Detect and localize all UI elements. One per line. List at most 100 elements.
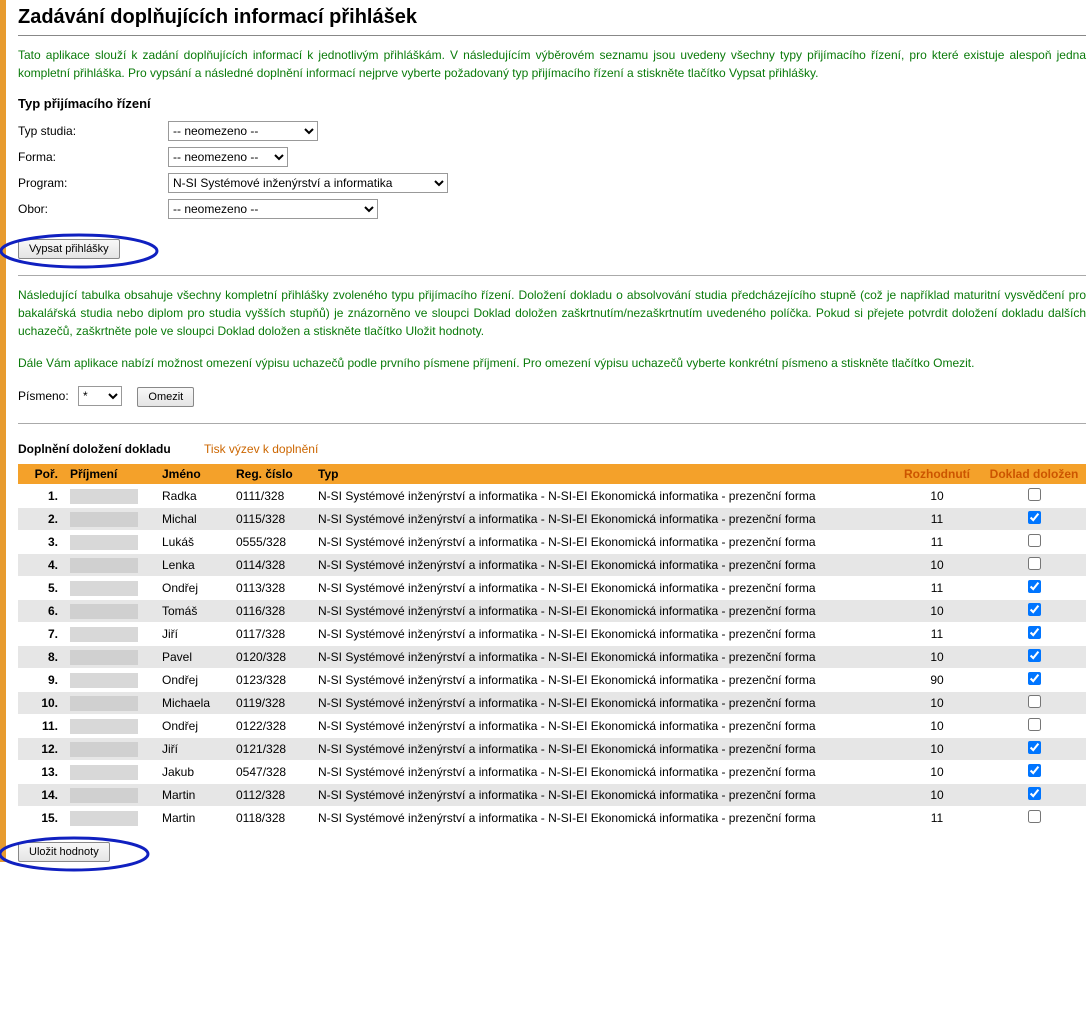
doklad-checkbox[interactable]	[1028, 557, 1041, 570]
col-por: Poř.	[18, 464, 64, 485]
cell-prijmeni	[64, 623, 156, 646]
cell-reg: 0118/328	[230, 807, 312, 830]
cell-typ: N-SI Systémové inženýrství a informatika…	[312, 554, 892, 577]
cell-reg: 0117/328	[230, 623, 312, 646]
surname-redacted	[70, 742, 138, 757]
cell-jmeno: Lenka	[156, 554, 230, 577]
surname-redacted	[70, 512, 138, 527]
cell-por: 3.	[18, 531, 64, 554]
cell-reg: 0115/328	[230, 508, 312, 531]
doklad-checkbox[interactable]	[1028, 626, 1041, 639]
table-row: 2. Michal0115/328N-SI Systémové inženýrst…	[18, 508, 1086, 531]
cell-typ: N-SI Systémové inženýrství a informatika…	[312, 485, 892, 508]
cell-typ: N-SI Systémové inženýrství a informatika…	[312, 761, 892, 784]
select-pismeno[interactable]: *	[78, 386, 122, 406]
page-title: Zadávání doplňujících informací přihláše…	[18, 6, 1086, 29]
cell-typ: N-SI Systémové inženýrství a informatika…	[312, 531, 892, 554]
table-row: 8.Pavel0120/328N-SI Systémové inženýrstv…	[18, 646, 1086, 669]
cell-por: 10.	[18, 692, 64, 715]
doklad-checkbox[interactable]	[1028, 534, 1041, 547]
cell-rozhodnuti: 10	[892, 646, 982, 669]
surname-redacted	[70, 788, 138, 803]
doklad-checkbox[interactable]	[1028, 672, 1041, 685]
cell-jmeno: Ondřej	[156, 669, 230, 692]
col-typ: Typ	[312, 464, 892, 485]
cell-prijmeni	[64, 531, 156, 554]
cell-doklad	[982, 692, 1086, 715]
select-obor[interactable]: -- neomezeno --	[168, 199, 378, 219]
doklad-checkbox[interactable]	[1028, 580, 1041, 593]
ulozit-hodnoty-button[interactable]: Uložit hodnoty	[18, 842, 110, 862]
cell-jmeno: Michal	[156, 508, 230, 531]
cell-rozhodnuti: 10	[892, 485, 982, 508]
label-obor: Obor:	[18, 202, 168, 216]
select-typ-studia[interactable]: -- neomezeno --	[168, 121, 318, 141]
table-row: 12.Jiří0121/328N-SI Systémové inženýrstv…	[18, 738, 1086, 761]
cell-jmeno: Jakub	[156, 761, 230, 784]
tab-tisk-vyzev[interactable]: Tisk výzev k doplnění	[204, 442, 318, 456]
cell-reg: 0123/328	[230, 669, 312, 692]
doklad-checkbox[interactable]	[1028, 718, 1041, 731]
omezit-button[interactable]: Omezit	[137, 387, 194, 407]
surname-redacted	[70, 581, 138, 596]
select-forma[interactable]: -- neomezeno --	[168, 147, 288, 167]
label-pismeno: Písmeno:	[18, 389, 69, 403]
cell-typ: N-SI Systémové inženýrství a informatika…	[312, 669, 892, 692]
cell-por: 1.	[18, 485, 64, 508]
cell-reg: 0116/328	[230, 600, 312, 623]
table-row: 11.Ondřej0122/328N-SI Systémové inženýrs…	[18, 715, 1086, 738]
col-prijmeni: Příjmení	[64, 464, 156, 485]
doklad-checkbox[interactable]	[1028, 649, 1041, 662]
table-row: 1.Radka0111/328N-SI Systémové inženýrstv…	[18, 485, 1086, 508]
cell-doklad	[982, 738, 1086, 761]
cell-por: 9.	[18, 669, 64, 692]
doklad-checkbox[interactable]	[1028, 695, 1041, 708]
cell-jmeno: Ondřej	[156, 715, 230, 738]
doklad-checkbox[interactable]	[1028, 764, 1041, 777]
cell-doklad	[982, 531, 1086, 554]
doklad-checkbox[interactable]	[1028, 488, 1041, 501]
cell-typ: N-SI Systémové inženýrství a informatika…	[312, 508, 892, 531]
doklad-checkbox[interactable]	[1028, 787, 1041, 800]
cell-por: 2.	[18, 508, 64, 531]
surname-redacted	[70, 673, 138, 688]
doklad-checkbox[interactable]	[1028, 810, 1041, 823]
cell-doklad	[982, 784, 1086, 807]
doklad-checkbox[interactable]	[1028, 741, 1041, 754]
cell-prijmeni	[64, 508, 156, 531]
cell-rozhodnuti: 11	[892, 508, 982, 531]
cell-typ: N-SI Systémové inženýrství a informatika…	[312, 738, 892, 761]
cell-prijmeni	[64, 738, 156, 761]
col-doklad[interactable]: Doklad doložen	[982, 464, 1086, 485]
cell-prijmeni	[64, 807, 156, 830]
cell-por: 11.	[18, 715, 64, 738]
cell-rozhodnuti: 10	[892, 784, 982, 807]
divider	[18, 423, 1086, 424]
divider	[18, 35, 1086, 36]
cell-prijmeni	[64, 485, 156, 508]
doklad-checkbox[interactable]	[1028, 511, 1041, 524]
table-row: 3.Lukáš0555/328N-SI Systémové inženýrstv…	[18, 531, 1086, 554]
cell-doklad	[982, 761, 1086, 784]
tab-doplneni[interactable]: Doplnění doložení dokladu	[18, 442, 171, 456]
divider	[18, 275, 1086, 276]
cell-reg: 0112/328	[230, 784, 312, 807]
cell-doklad	[982, 554, 1086, 577]
table-intro-text: Následující tabulka obsahuje všechny kom…	[18, 286, 1086, 340]
cell-doklad	[982, 646, 1086, 669]
col-rozhodnuti[interactable]: Rozhodnutí	[892, 464, 982, 485]
cell-rozhodnuti: 10	[892, 738, 982, 761]
cell-jmeno: Martin	[156, 784, 230, 807]
cell-jmeno: Radka	[156, 485, 230, 508]
cell-reg: 0555/328	[230, 531, 312, 554]
applications-table: Poř. Příjmení Jméno Reg. číslo Typ Rozho…	[18, 464, 1086, 830]
cell-doklad	[982, 669, 1086, 692]
select-program[interactable]: N-SI Systémové inženýrství a informatika	[168, 173, 448, 193]
cell-rozhodnuti: 10	[892, 715, 982, 738]
cell-rozhodnuti: 11	[892, 807, 982, 830]
doklad-checkbox[interactable]	[1028, 603, 1041, 616]
vypsat-prihlasky-button[interactable]: Vypsat přihlášky	[18, 239, 120, 259]
cell-doklad	[982, 623, 1086, 646]
cell-typ: N-SI Systémové inženýrství a informatika…	[312, 600, 892, 623]
cell-prijmeni	[64, 600, 156, 623]
